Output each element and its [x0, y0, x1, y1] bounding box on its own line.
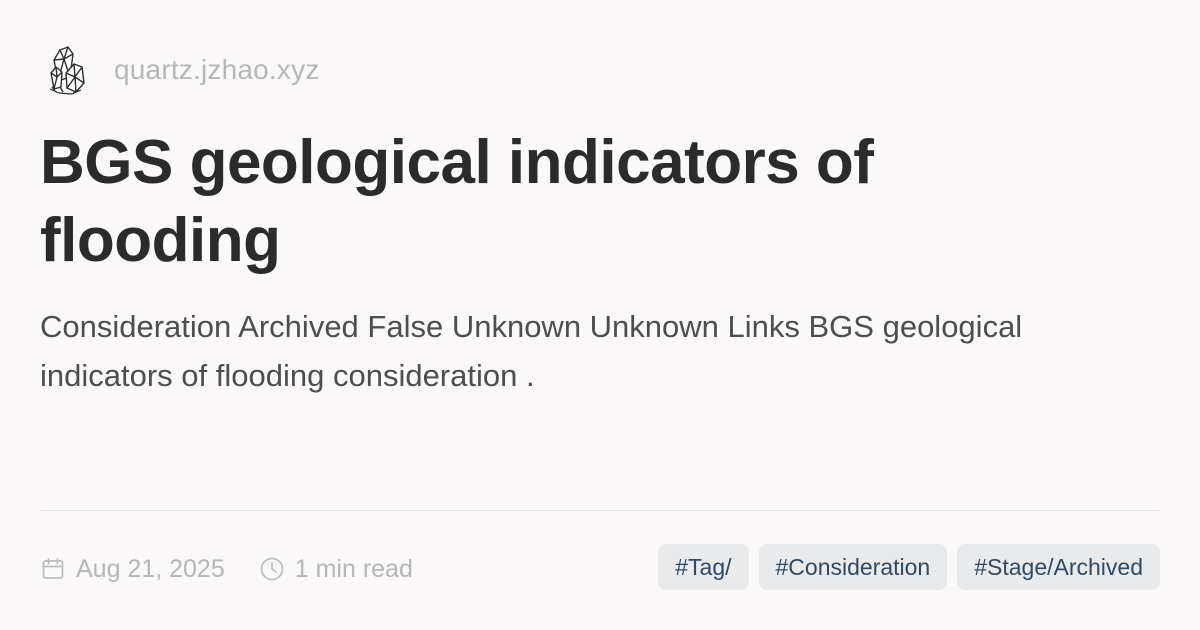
tag-list: #Tag/ #Consideration #Stage/Archived — [658, 544, 1160, 590]
clock-icon — [260, 557, 284, 581]
tag-stage-archived[interactable]: #Stage/Archived — [957, 544, 1160, 590]
tag-tag[interactable]: #Tag/ — [658, 544, 749, 590]
reading-time: 1 min read — [259, 555, 413, 584]
page-title: BGS geological indicators of flooding — [40, 128, 874, 275]
content-divider — [40, 510, 1160, 511]
article-meta: Aug 21, 2025 1 min read — [40, 546, 413, 592]
calendar-icon — [42, 558, 64, 579]
publish-date-text: Aug 21, 2025 — [76, 554, 225, 583]
reading-time-text: 1 min read — [294, 554, 413, 583]
page-description: Consideration Archived False Unknown Unk… — [40, 309, 1023, 393]
crystal-logo-icon[interactable] — [46, 42, 88, 98]
publish-date: Aug 21, 2025 — [40, 555, 225, 584]
site-name[interactable]: quartz.jzhao.xyz — [114, 54, 320, 86]
site-header: quartz.jzhao.xyz — [46, 42, 320, 98]
tag-consideration[interactable]: #Consideration — [758, 544, 948, 590]
